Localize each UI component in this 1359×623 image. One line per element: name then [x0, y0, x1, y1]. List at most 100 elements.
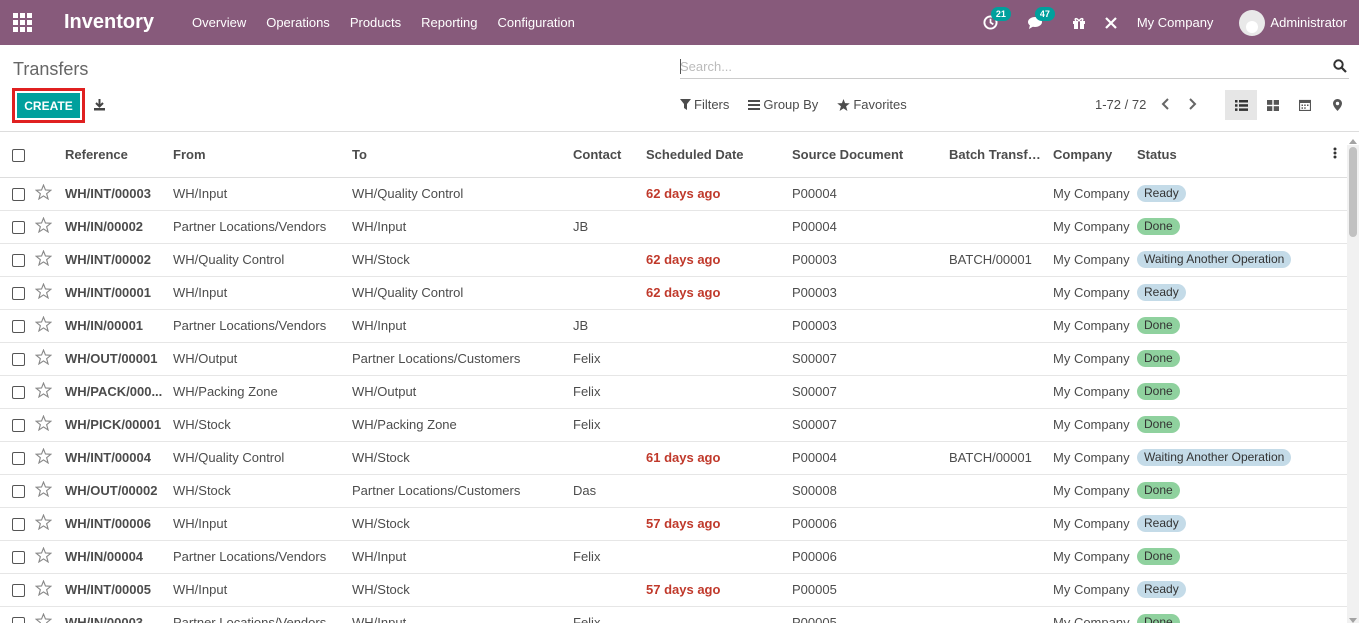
- messages-count-badge: 47: [1034, 6, 1055, 21]
- table-row[interactable]: WH/INT/00006 WH/Input WH/Stock 57 days ago P…: [0, 507, 1347, 541]
- activity-clock-icon[interactable]: 21: [981, 6, 1011, 33]
- to-cell: WH/Stock: [352, 243, 573, 277]
- menu-item-operations[interactable]: Operations: [266, 15, 330, 30]
- table-row[interactable]: WH/PICK/00001 WH/Stock WH/Packing Zone Feli…: [0, 408, 1347, 442]
- priority-star-icon[interactable]: [35, 480, 53, 500]
- menu-item-overview[interactable]: Overview: [192, 15, 246, 30]
- priority-star-icon[interactable]: [35, 579, 53, 599]
- systray: 21 47 My Company Administrator: [981, 0, 1359, 45]
- menu-item-products[interactable]: Products: [350, 15, 401, 30]
- table-row[interactable]: WH/INT/00003 WH/Input WH/Quality Control 62…: [0, 177, 1347, 211]
- column-header-contact[interactable]: Contact: [573, 132, 646, 178]
- table-row[interactable]: WH/IN/00003 Partner Locations/Vendors WH/I…: [0, 606, 1347, 623]
- row-checkbox[interactable]: [12, 386, 25, 400]
- company-switcher[interactable]: My Company: [1137, 15, 1214, 30]
- row-checkbox[interactable]: [12, 518, 25, 532]
- column-header-scheduled-date[interactable]: Scheduled Date: [646, 132, 792, 178]
- table-row[interactable]: WH/INT/00002 WH/Quality Control WH/Stock 62…: [0, 243, 1347, 277]
- gift-icon[interactable]: [1069, 13, 1089, 33]
- optional-columns-icon[interactable]: [1323, 132, 1347, 178]
- table-row[interactable]: WH/INT/00005 WH/Input WH/Stock 57 days ago P…: [0, 573, 1347, 607]
- column-header-to[interactable]: To: [352, 132, 573, 178]
- kanban-view-icon[interactable]: [1257, 90, 1289, 120]
- row-checkbox[interactable]: [12, 353, 25, 367]
- table-row[interactable]: WH/IN/00002 Partner Locations/Vendors WH/I…: [0, 210, 1347, 244]
- to-cell: WH/Stock: [352, 441, 573, 475]
- table-row[interactable]: WH/INT/00001 WH/Input WH/Quality Control 62…: [0, 276, 1347, 310]
- priority-star-icon[interactable]: [35, 513, 53, 533]
- calendar-view-icon[interactable]: [1289, 90, 1321, 120]
- table-row[interactable]: WH/IN/00004 Partner Locations/Vendors WH/I…: [0, 540, 1347, 574]
- table-row[interactable]: WH/INT/00004 WH/Quality Control WH/Stock 61…: [0, 441, 1347, 475]
- row-checkbox[interactable]: [12, 584, 25, 598]
- priority-cell: [35, 606, 65, 623]
- scroll-down-arrow-icon[interactable]: [1349, 612, 1357, 623]
- chevron-right-icon[interactable]: [1188, 98, 1198, 113]
- priority-star-icon[interactable]: [35, 216, 53, 236]
- table-row[interactable]: WH/OUT/00001 WH/Output Partner Locations/C…: [0, 342, 1347, 376]
- messages-icon[interactable]: 47: [1025, 6, 1055, 33]
- column-header-reference[interactable]: Reference: [35, 132, 173, 178]
- menu-item-reporting[interactable]: Reporting: [421, 15, 477, 30]
- priority-star-icon[interactable]: [35, 546, 53, 566]
- row-checkbox[interactable]: [12, 188, 25, 202]
- row-checkbox[interactable]: [12, 452, 25, 466]
- priority-star-icon[interactable]: [35, 447, 53, 467]
- to-cell: WH/Packing Zone: [352, 408, 573, 442]
- search-icon[interactable]: [1333, 59, 1347, 76]
- row-checkbox[interactable]: [12, 617, 25, 623]
- row-checkbox[interactable]: [12, 485, 25, 499]
- priority-star-icon[interactable]: [35, 381, 53, 401]
- priority-star-icon[interactable]: [35, 612, 53, 623]
- list-view-icon[interactable]: [1225, 90, 1257, 120]
- batch-transfer-cell: [949, 177, 1053, 211]
- menu-item-configuration[interactable]: Configuration: [498, 15, 575, 30]
- priority-star-icon[interactable]: [35, 249, 53, 269]
- priority-star-icon[interactable]: [35, 414, 53, 434]
- column-header-from[interactable]: From: [173, 132, 352, 178]
- row-checkbox-cell: [0, 309, 35, 343]
- group-by-icon: [748, 99, 761, 110]
- row-checkbox[interactable]: [12, 419, 25, 433]
- row-checkbox[interactable]: [12, 221, 25, 235]
- row-checkbox-cell: [0, 276, 35, 310]
- batch-transfer-cell: BATCH/00001: [949, 441, 1053, 475]
- group-by-button[interactable]: Group By: [748, 97, 818, 112]
- table-row[interactable]: WH/OUT/00002 WH/Stock Partner Locations/Cu…: [0, 474, 1347, 508]
- apps-menu-icon[interactable]: [0, 0, 44, 45]
- source-document-cell: P00006: [792, 540, 949, 574]
- row-checkbox[interactable]: [12, 287, 25, 301]
- create-button[interactable]: CREATE: [17, 93, 80, 118]
- table-row[interactable]: WH/IN/00001 Partner Locations/Vendors WH/I…: [0, 309, 1347, 343]
- row-checkbox[interactable]: [12, 551, 25, 565]
- batch-transfer-cell: [949, 573, 1053, 607]
- batch-transfer-cell: [949, 210, 1053, 244]
- row-checkbox-cell: [0, 507, 35, 541]
- user-avatar[interactable]: [1239, 9, 1266, 36]
- scrollbar-thumb[interactable]: [1349, 147, 1357, 237]
- column-header-source-document[interactable]: Source Document: [792, 132, 949, 178]
- map-view-icon[interactable]: [1321, 90, 1353, 120]
- filters-button[interactable]: Filters: [680, 97, 729, 112]
- chevron-left-icon[interactable]: [1160, 98, 1170, 113]
- priority-star-icon[interactable]: [35, 348, 53, 368]
- row-checkbox[interactable]: [12, 254, 25, 268]
- pager-value[interactable]: 1-72 / 72: [1095, 97, 1146, 112]
- column-header-batch-transfer[interactable]: Batch Transf…: [949, 132, 1053, 178]
- priority-star-icon[interactable]: [35, 282, 53, 302]
- vertical-scrollbar[interactable]: [1347, 145, 1359, 623]
- debug-tools-icon[interactable]: [1101, 13, 1121, 33]
- reference-cell: WH/INT/00002: [65, 243, 173, 277]
- user-menu[interactable]: Administrator: [1270, 15, 1347, 30]
- table-row[interactable]: WH/PACK/000... WH/Packing Zone WH/Output Fe…: [0, 375, 1347, 409]
- select-all-checkbox[interactable]: [12, 148, 25, 162]
- app-title[interactable]: Inventory: [64, 11, 154, 34]
- row-checkbox[interactable]: [12, 320, 25, 334]
- column-header-company[interactable]: Company: [1053, 132, 1137, 178]
- priority-star-icon[interactable]: [35, 183, 53, 203]
- search-input[interactable]: [680, 55, 1320, 77]
- column-header-status[interactable]: Status: [1137, 132, 1323, 178]
- priority-star-icon[interactable]: [35, 315, 53, 335]
- download-icon[interactable]: [93, 98, 106, 114]
- favorites-button[interactable]: Favorites: [837, 97, 907, 112]
